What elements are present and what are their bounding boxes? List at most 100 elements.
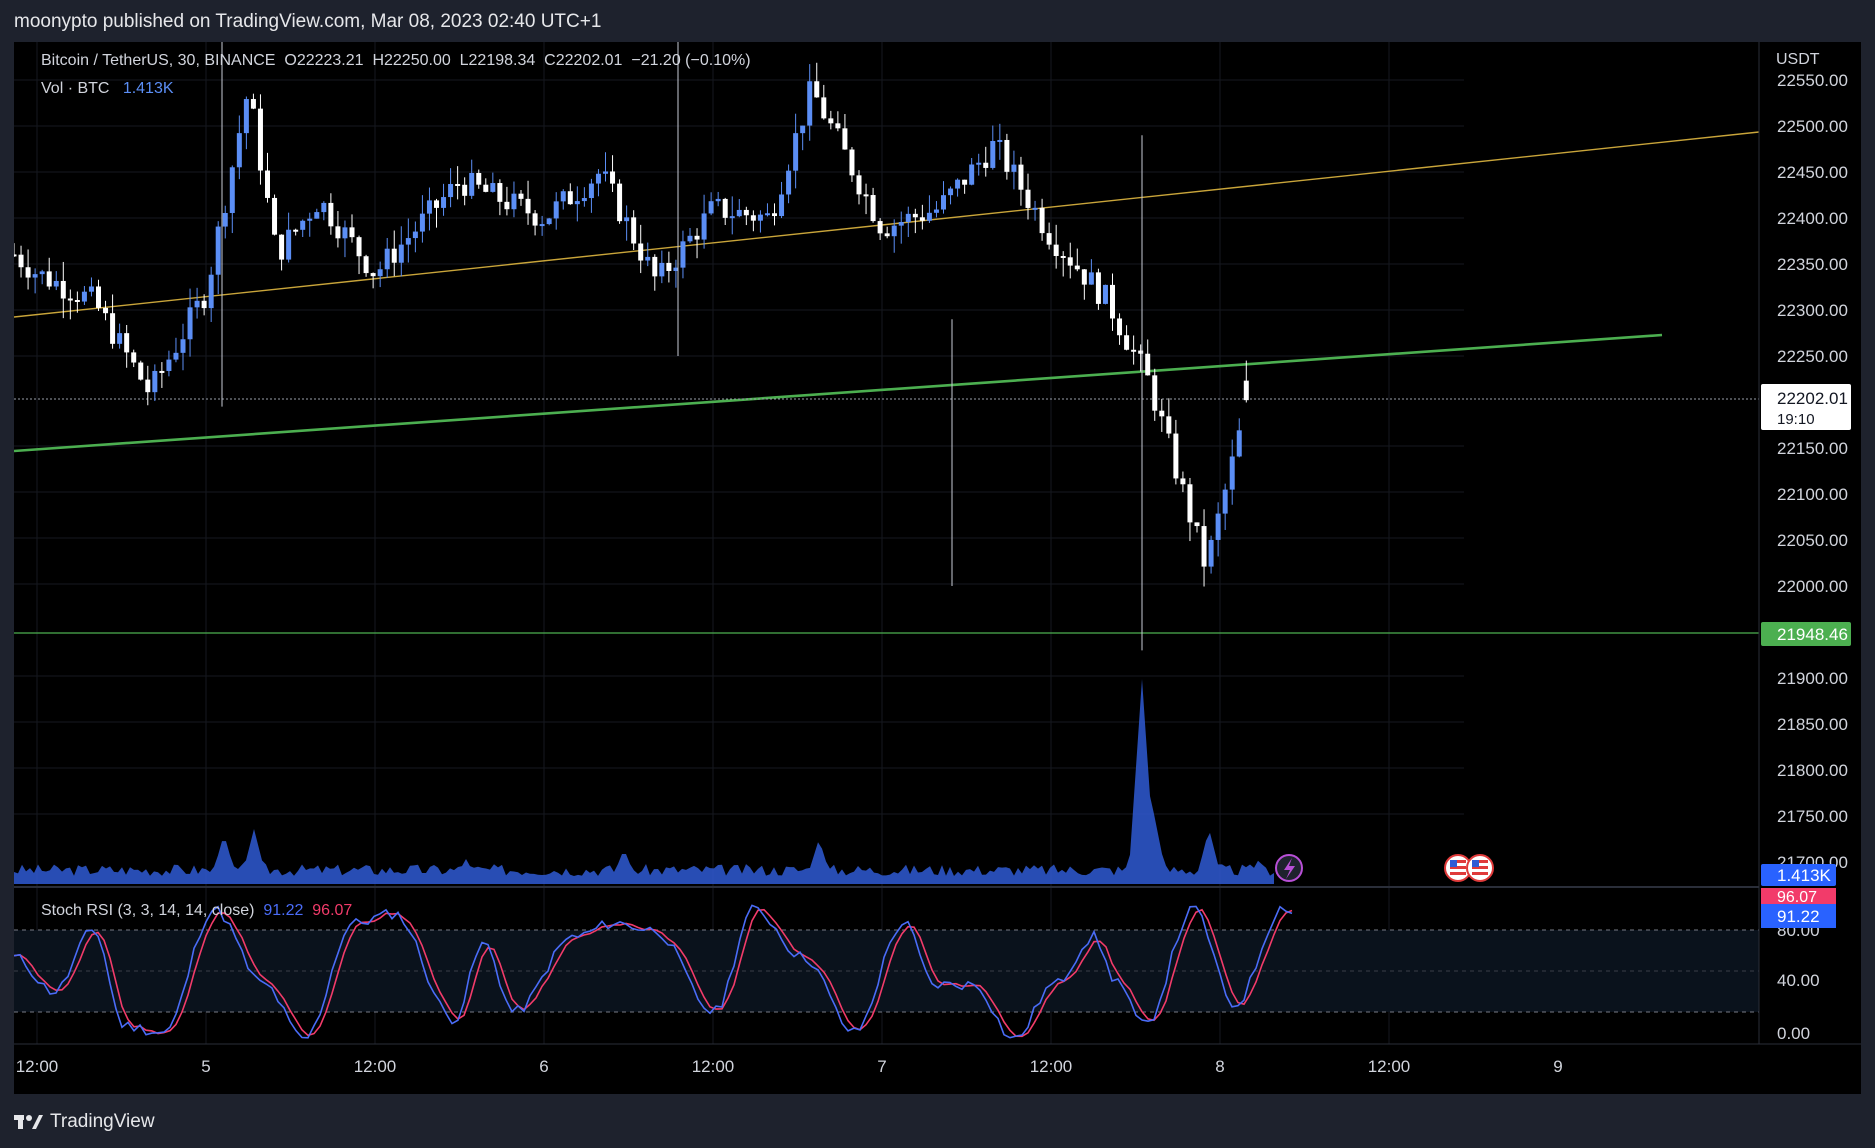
candle-body xyxy=(877,221,883,234)
candle-body xyxy=(772,213,777,217)
candle-body xyxy=(384,248,390,270)
chart-area[interactable]: 12:00 5 12:00 6 12:00 7 12:00 8 12:00 9 22550.00 2… xyxy=(14,42,1861,1094)
candle-body xyxy=(490,183,496,192)
stoch-label: Stoch RSI (3, 3, 14, 14, close) xyxy=(41,902,255,919)
candle-body xyxy=(884,233,890,237)
candle-body xyxy=(321,202,327,213)
candle-body xyxy=(1053,244,1059,257)
open-label: O xyxy=(284,52,297,69)
candle-body xyxy=(18,254,24,268)
candle-body xyxy=(1236,430,1242,457)
candle-body xyxy=(110,313,116,344)
stoch-k-box: 91.22 xyxy=(1761,904,1836,928)
us-flag-icon-2[interactable] xyxy=(1466,854,1494,882)
candle-body xyxy=(14,254,17,257)
candle-body xyxy=(152,370,158,393)
time-axis[interactable] xyxy=(14,1044,1861,1094)
price-tick: 22450.00 xyxy=(1777,163,1848,182)
price-tick: 22100.00 xyxy=(1777,485,1848,504)
candle-body xyxy=(1081,269,1087,285)
candle-body xyxy=(659,262,665,277)
candle-body xyxy=(750,215,756,221)
volume-value-box: 1.413K xyxy=(1761,864,1836,886)
candle-body xyxy=(412,231,418,239)
candle-body xyxy=(293,229,299,232)
candle-body xyxy=(560,191,566,202)
candle-body xyxy=(1067,257,1073,266)
candle-body xyxy=(1187,484,1193,523)
stoch-k-legend-value: 91.22 xyxy=(263,902,304,919)
candle-body xyxy=(955,179,961,189)
candle-body xyxy=(729,216,735,219)
candle-body xyxy=(159,370,165,373)
candle-body xyxy=(687,235,693,242)
candle-body xyxy=(1025,189,1031,208)
candle-body xyxy=(441,197,447,208)
candle-body xyxy=(462,184,468,196)
candle-body xyxy=(1222,489,1228,514)
candle-body xyxy=(96,286,101,308)
candle-body xyxy=(476,172,482,185)
candle-body xyxy=(617,183,623,222)
candle-body xyxy=(1166,416,1172,434)
candle-body xyxy=(215,226,221,275)
candle-body xyxy=(60,280,66,299)
candle-body xyxy=(201,300,207,309)
low-label: L xyxy=(459,52,469,69)
candle-body xyxy=(976,162,982,165)
candle-body xyxy=(286,229,292,260)
volume-label: Vol · BTC xyxy=(41,80,110,97)
candle-body xyxy=(469,172,475,196)
price-tick: 22350.00 xyxy=(1777,255,1848,274)
candle-body xyxy=(88,286,94,292)
green-trendline[interactable] xyxy=(14,333,1663,453)
candle-body xyxy=(1124,335,1130,350)
candle-body xyxy=(779,194,785,217)
price-tick: 22250.00 xyxy=(1777,347,1848,366)
candle-body xyxy=(194,300,200,308)
time-label: 12:00 xyxy=(1368,1057,1411,1076)
candle-body xyxy=(764,213,770,216)
candle-body xyxy=(328,202,334,227)
candle-body xyxy=(856,175,862,195)
candle-body xyxy=(898,222,904,226)
price-tick: 21750.00 xyxy=(1777,807,1848,826)
candle-body xyxy=(800,125,806,134)
candle-body xyxy=(67,298,73,301)
time-label: 8 xyxy=(1215,1057,1224,1076)
candle-body xyxy=(497,183,503,202)
volume-legend[interactable]: Vol · BTC 1.413K xyxy=(41,80,174,98)
candle-body xyxy=(117,333,123,344)
price-tick: 22150.00 xyxy=(1777,439,1848,458)
candle-body xyxy=(243,99,249,134)
candle-body xyxy=(1110,284,1115,319)
candle-body xyxy=(180,339,186,353)
candle-body xyxy=(1095,272,1101,304)
candle-body xyxy=(525,198,531,214)
high-value: 22250.00 xyxy=(384,52,451,69)
symbol-name: Bitcoin / TetherUS, 30, BINANCE xyxy=(41,52,276,69)
lightning-icon[interactable] xyxy=(1275,854,1303,882)
candle-body xyxy=(814,81,820,98)
time-label: 12:00 xyxy=(1030,1057,1073,1076)
candle-body xyxy=(835,123,841,129)
candle-body xyxy=(46,271,52,287)
time-label: 5 xyxy=(201,1057,210,1076)
candle-body xyxy=(1074,265,1080,270)
candle-body xyxy=(990,141,996,168)
candle-body xyxy=(610,171,616,184)
stoch-legend[interactable]: Stoch RSI (3, 3, 14, 14, close) 91.22 96… xyxy=(41,902,352,920)
candle-body xyxy=(250,99,256,109)
candle-body xyxy=(419,213,425,232)
volume-area xyxy=(14,679,1274,884)
chart-canvas[interactable]: 12:00 5 12:00 6 12:00 7 12:00 8 12:00 9 22550.00 2… xyxy=(14,42,1861,1094)
close-label: C xyxy=(544,52,556,69)
candle-body xyxy=(821,97,827,119)
level-price-value: 21948.46 xyxy=(1777,625,1848,644)
price-tick: 22550.00 xyxy=(1777,71,1848,90)
candle-body xyxy=(511,193,517,210)
candle-body xyxy=(314,212,320,219)
price-tick: 21900.00 xyxy=(1777,669,1848,688)
candle-body xyxy=(1088,272,1094,285)
symbol-legend[interactable]: Bitcoin / TetherUS, 30, BINANCE O22223.2… xyxy=(41,52,751,70)
